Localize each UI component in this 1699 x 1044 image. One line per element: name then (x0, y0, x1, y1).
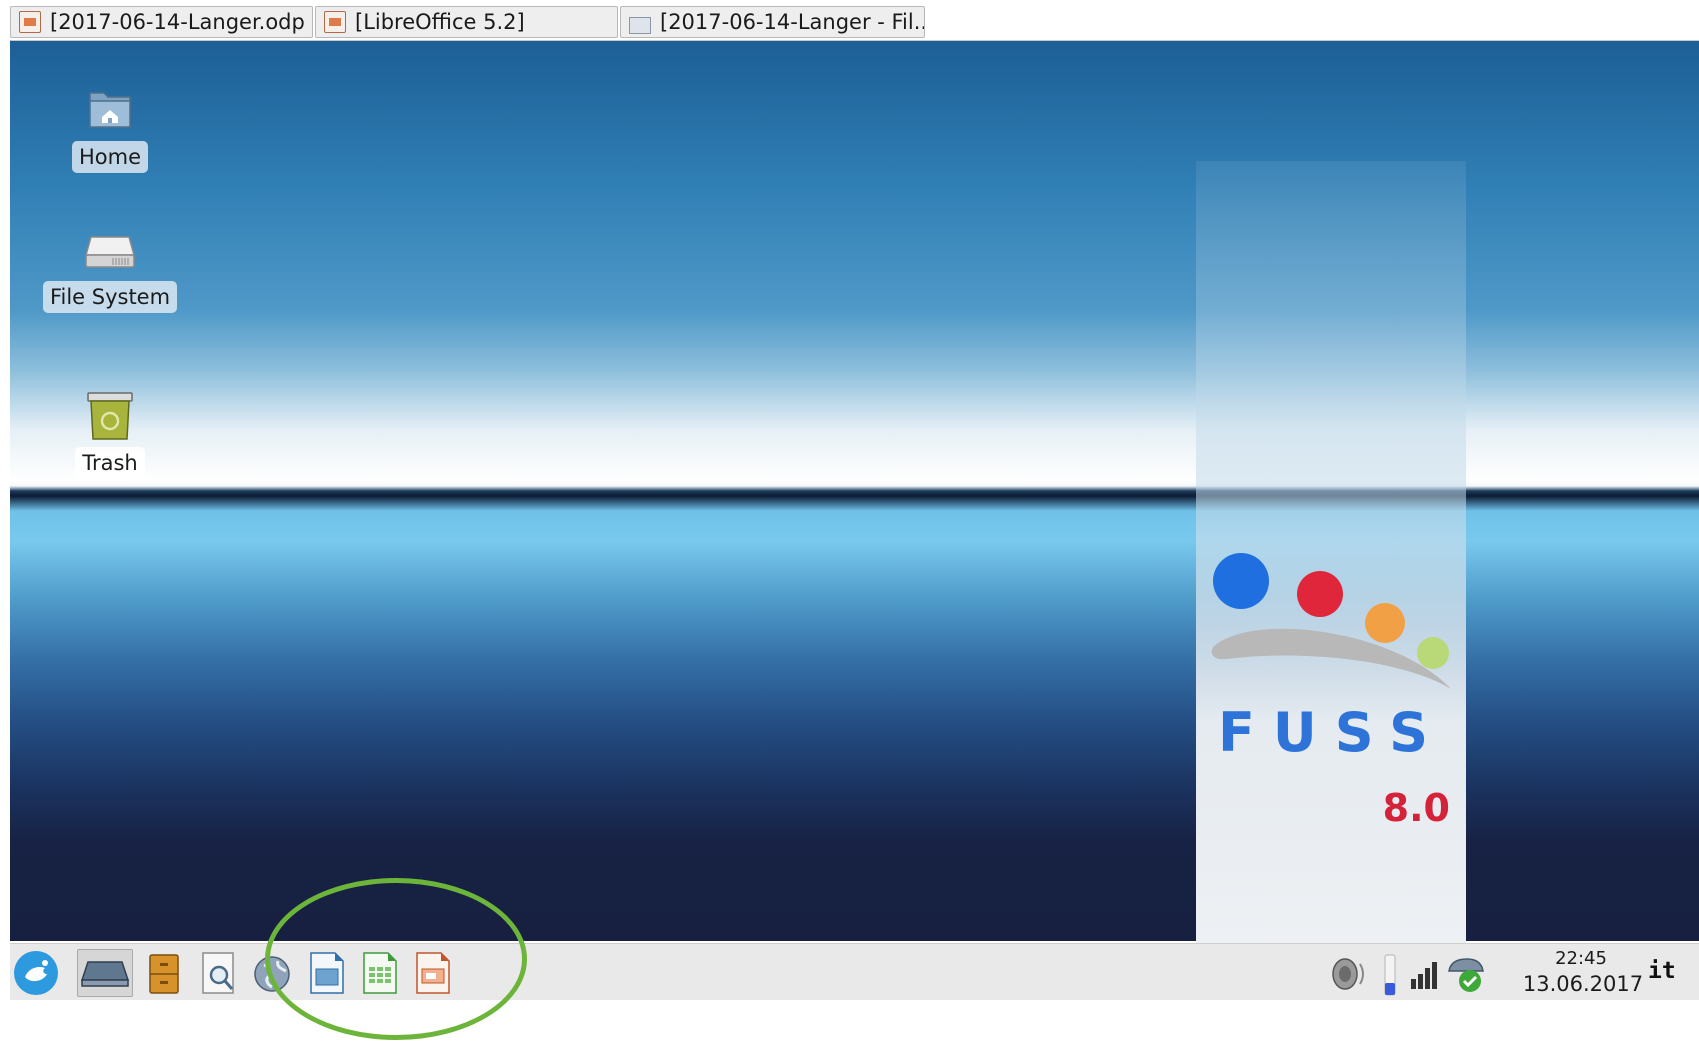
desktop-icon-label: Trash (75, 447, 145, 479)
network-signal-icon (1411, 962, 1437, 989)
show-desktop-icon (80, 961, 130, 987)
desktop-icon-file-system[interactable]: File System (35, 225, 185, 313)
libreoffice-impress-button[interactable] (409, 949, 457, 997)
libreoffice-impress-icon (416, 952, 450, 994)
window-button-impress-document[interactable]: [2017-06-14-Langer.odp ... (10, 6, 313, 38)
window-button-title: [LibreOffice 5.2] (355, 10, 525, 34)
desktop-icon-label: File System (42, 281, 178, 313)
keyboard-layout-indicator[interactable]: it (1648, 958, 1676, 984)
presentation-doc-icon (19, 11, 41, 33)
network-status-icon (1448, 958, 1484, 992)
document-viewer-icon (202, 952, 234, 994)
folder-icon (629, 16, 651, 34)
presentation-doc-icon (324, 11, 346, 33)
logo-dot-red (1297, 571, 1343, 617)
network-status-indicator[interactable] (1443, 949, 1489, 997)
file-manager-icon (149, 954, 179, 994)
logo-dot-orange (1365, 603, 1405, 643)
taskbar (10, 943, 1699, 1000)
file-manager-button[interactable] (140, 949, 188, 997)
libreoffice-draw-icon (310, 952, 344, 994)
drive-icon (85, 236, 135, 268)
desktop-icon-trash[interactable]: Trash (55, 389, 165, 479)
desktop: Home File System Trash FUSS 8.0 (10, 41, 1699, 951)
fuss-version-text: 8.0 (1382, 786, 1450, 830)
clock-time[interactable]: 22:45 (1526, 948, 1636, 969)
desktop-icon-home[interactable]: Home (55, 85, 165, 173)
battery-indicator[interactable] (1380, 949, 1400, 997)
clock-date[interactable]: 13.06.2017 (1498, 972, 1668, 996)
window-button-title: [2017-06-14-Langer.odp ... (50, 10, 313, 34)
battery-icon (1384, 954, 1396, 996)
web-browser-icon (254, 956, 290, 992)
window-button-libreoffice[interactable]: [LibreOffice 5.2] (315, 6, 618, 38)
volume-icon (1332, 958, 1364, 990)
network-signal-indicator[interactable] (1408, 949, 1440, 997)
logo-dot-green (1417, 637, 1449, 669)
fuss-logo-panel: FUSS 8.0 (1196, 161, 1466, 951)
start-menu-icon (14, 951, 58, 995)
fuss-brand-text: FUSS (1217, 701, 1447, 764)
window-button-title: [2017-06-14-Langer - Fil... (660, 10, 925, 34)
libreoffice-calc-button[interactable] (356, 949, 404, 997)
window-list-bar: [2017-06-14-Langer.odp ... [LibreOffice … (10, 6, 1699, 41)
logo-dot-blue (1213, 553, 1269, 609)
document-viewer-button[interactable] (195, 949, 243, 997)
web-browser-button[interactable] (248, 949, 296, 997)
desktop-icon-label: Home (71, 141, 148, 173)
show-desktop-button[interactable] (77, 949, 133, 997)
start-menu-button[interactable] (12, 949, 60, 997)
window-button-file-manager[interactable]: [2017-06-14-Langer - Fil... (620, 6, 925, 38)
libreoffice-draw-button[interactable] (303, 949, 351, 997)
home-folder-icon (89, 92, 131, 128)
volume-button[interactable] (1325, 949, 1371, 997)
libreoffice-calc-icon (363, 952, 397, 994)
trash-icon (87, 392, 133, 440)
